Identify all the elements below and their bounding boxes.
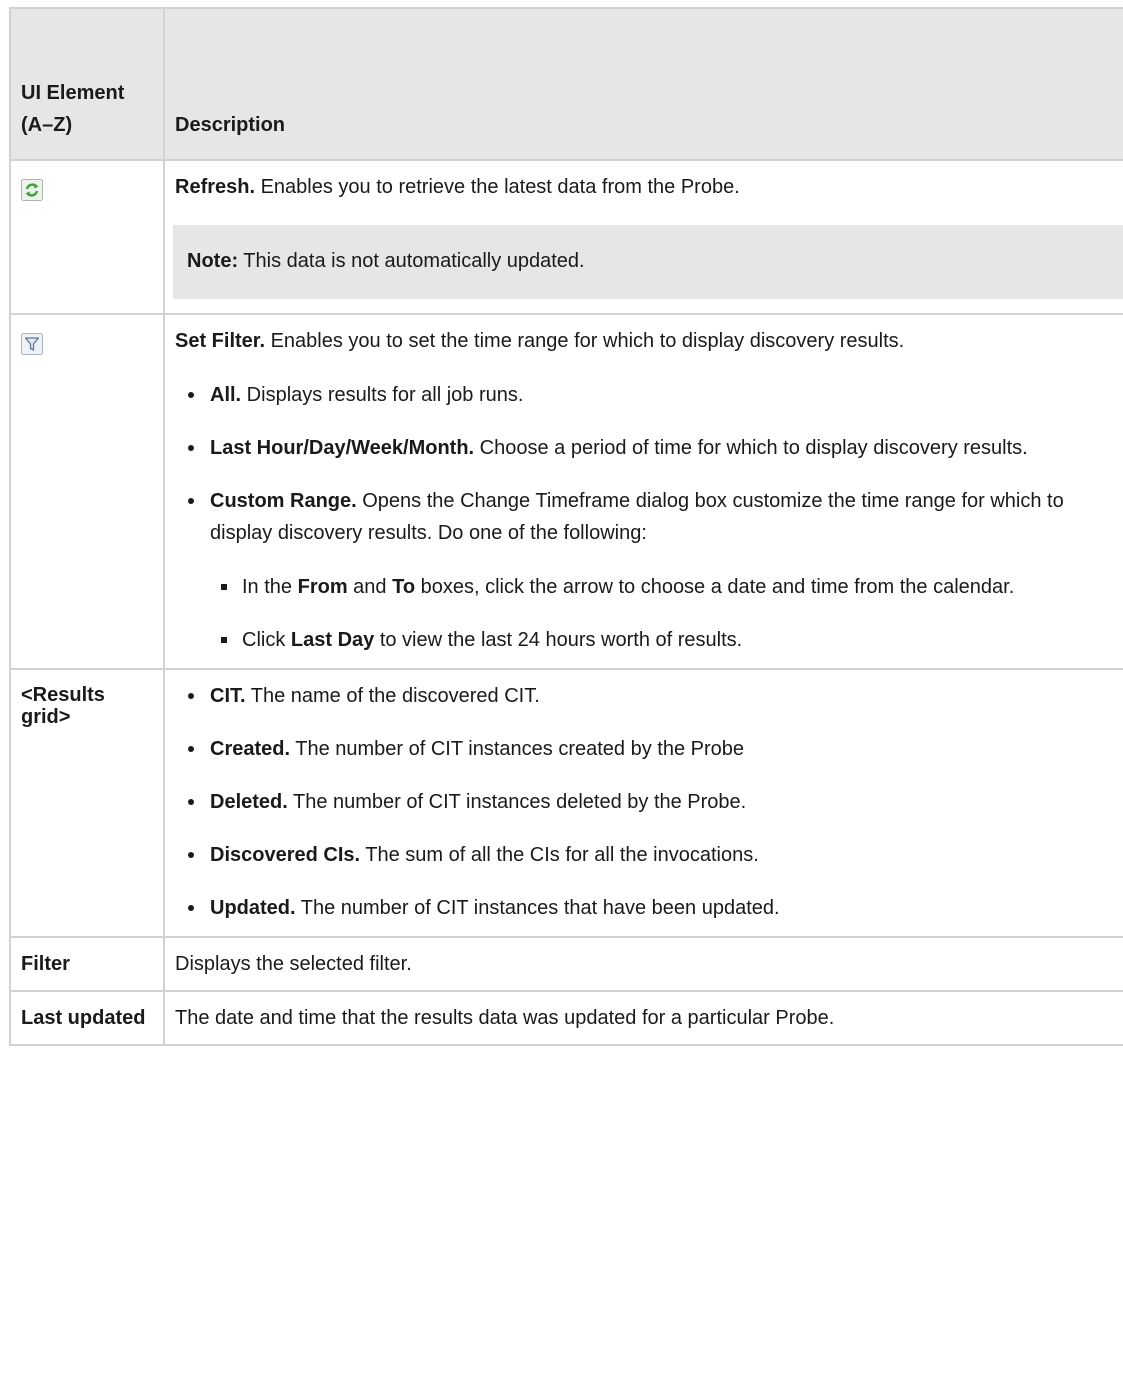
- table-row-refresh: Refresh. Enables you to retrieve the lat…: [9, 159, 1123, 315]
- filter-text: Displays the selected filter.: [175, 953, 412, 975]
- results-grid-element-cell: <Results grid>: [9, 668, 165, 938]
- column-label: CIT.: [210, 685, 246, 707]
- refresh-text: Enables you to retrieve the latest data …: [255, 176, 740, 198]
- list-item: Discovered CIs. The sum of all the CIs f…: [175, 839, 1123, 871]
- table-header-row: UI Element (A–Z) Description: [9, 7, 1123, 161]
- option-label: Last Hour/Day/Week/Month.: [210, 437, 475, 459]
- list-item: CIT. The name of the discovered CIT.: [175, 680, 1123, 712]
- results-grid-description-cell: CIT. The name of the discovered CIT. Cre…: [163, 668, 1123, 938]
- set-filter-options-list: All. Displays results for all job runs. …: [175, 379, 1123, 656]
- option-label: Custom Range.: [210, 490, 357, 512]
- header-description-label: Description: [175, 114, 286, 136]
- option-text: Displays results for all job runs.: [241, 384, 524, 406]
- option-label: All.: [210, 384, 242, 406]
- refresh-title: Refresh.: [175, 176, 256, 198]
- header-description: Description: [163, 7, 1123, 161]
- last-updated-element-cell: Last updated: [9, 990, 165, 1046]
- header-ui-element-label: UI Element (A–Z): [21, 82, 125, 136]
- filter-description-cell: Displays the selected filter.: [163, 936, 1123, 992]
- list-item: Click Last Day to view the last 24 hours…: [210, 624, 1123, 656]
- list-item: Deleted. The number of CIT instances del…: [175, 786, 1123, 818]
- filter-icon: [21, 332, 43, 355]
- step-bold: From: [297, 576, 348, 598]
- column-label: Deleted.: [210, 791, 288, 813]
- column-text: The number of CIT instances created by t…: [290, 738, 744, 760]
- set-filter-description-cell: Set Filter. Enables you to set the time …: [163, 313, 1123, 670]
- column-label: Created.: [210, 738, 291, 760]
- column-text: The number of CIT instances that have be…: [295, 897, 780, 919]
- filter-label: Filter: [21, 953, 70, 975]
- step-text: Click: [242, 629, 291, 651]
- list-item: Last Hour/Day/Week/Month. Choose a perio…: [175, 432, 1123, 464]
- step-text: to view the last 24 hours worth of resul…: [374, 629, 743, 651]
- set-filter-title: Set Filter.: [175, 330, 266, 352]
- table-row-results-grid: <Results grid> CIT. The name of the disc…: [9, 668, 1123, 938]
- ui-element-table: UI Element (A–Z) Description Refresh. En…: [9, 7, 1123, 1046]
- step-text: boxes, click the arrow to choose a date …: [415, 576, 1015, 598]
- column-text: The sum of all the CIs for all the invoc…: [360, 844, 759, 866]
- last-updated-description-cell: The date and time that the results data …: [163, 990, 1123, 1046]
- list-item: All. Displays results for all job runs.: [175, 379, 1123, 411]
- list-item: In the From and To boxes, click the arro…: [210, 571, 1123, 603]
- last-updated-label: Last updated: [21, 1007, 146, 1029]
- header-ui-element: UI Element (A–Z): [9, 7, 165, 161]
- option-text: Choose a period of time for which to dis…: [474, 437, 1028, 459]
- refresh-icon: [21, 178, 43, 201]
- refresh-element-cell: [9, 159, 165, 315]
- column-text: The number of CIT instances deleted by t…: [287, 791, 747, 813]
- note-label: Note:: [187, 250, 239, 272]
- set-filter-element-cell: [9, 313, 165, 670]
- results-grid-columns-list: CIT. The name of the discovered CIT. Cre…: [175, 680, 1123, 924]
- step-text: and: [347, 576, 393, 598]
- note-box: Note: This data is not automatically upd…: [173, 225, 1123, 299]
- list-item: Created. The number of CIT instances cre…: [175, 733, 1123, 765]
- note-text: This data is not automatically updated.: [238, 250, 585, 272]
- table-row-last-updated: Last updated The date and time that the …: [9, 990, 1123, 1046]
- table-row-set-filter: Set Filter. Enables you to set the time …: [9, 313, 1123, 670]
- list-item: Custom Range. Opens the Change Timeframe…: [175, 485, 1123, 656]
- refresh-description: Refresh. Enables you to retrieve the lat…: [175, 171, 1123, 203]
- last-updated-text: The date and time that the results data …: [175, 1007, 835, 1029]
- table-row-filter: Filter Displays the selected filter.: [9, 936, 1123, 992]
- set-filter-description: Set Filter. Enables you to set the time …: [175, 325, 1123, 357]
- column-label: Discovered CIs.: [210, 844, 361, 866]
- step-bold: To: [392, 576, 416, 598]
- custom-range-steps-list: In the From and To boxes, click the arro…: [210, 571, 1123, 656]
- column-label: Updated.: [210, 897, 296, 919]
- column-text: The name of the discovered CIT.: [245, 685, 540, 707]
- filter-element-cell: Filter: [9, 936, 165, 992]
- step-bold: Last Day: [290, 629, 375, 651]
- results-grid-label: <Results grid>: [21, 684, 105, 728]
- refresh-description-cell: Refresh. Enables you to retrieve the lat…: [163, 159, 1123, 315]
- step-text: In the: [242, 576, 298, 598]
- list-item: Updated. The number of CIT instances tha…: [175, 892, 1123, 924]
- set-filter-text: Enables you to set the time range for wh…: [265, 330, 905, 352]
